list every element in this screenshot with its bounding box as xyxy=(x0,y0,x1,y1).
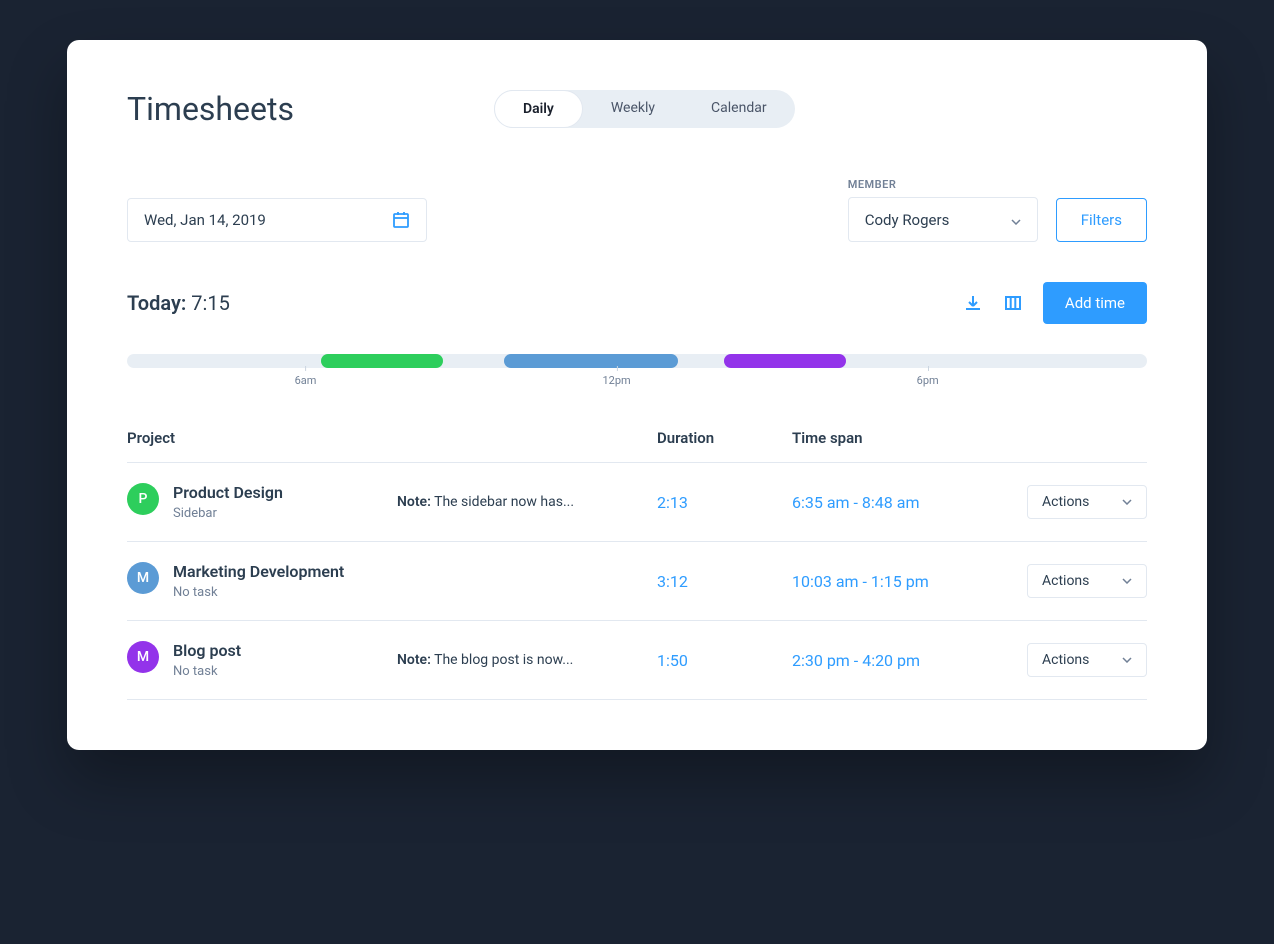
project-cell: M Marketing Development No task xyxy=(127,562,397,600)
member-label: MEMBER xyxy=(848,178,1038,191)
controls-row: Wed, Jan 14, 2019 MEMBER Cody Rogers xyxy=(127,178,1147,242)
timeline-segment-1 xyxy=(321,354,443,368)
col-header-note xyxy=(397,429,657,447)
date-value: Wed, Jan 14, 2019 xyxy=(144,211,266,229)
view-tabs: Daily Weekly Calendar xyxy=(494,90,795,128)
member-select[interactable]: Cody Rogers xyxy=(848,197,1038,242)
project-info: Marketing Development No task xyxy=(173,562,344,600)
today-label: Today: xyxy=(127,291,186,315)
chevron-down-icon xyxy=(1011,210,1021,229)
duration-cell: 3:12 xyxy=(657,572,792,591)
note-prefix: Note: xyxy=(397,652,431,668)
project-name: Blog post xyxy=(173,641,241,660)
calendar-icon xyxy=(392,211,410,229)
actions-label: Actions xyxy=(1042,494,1089,510)
chevron-down-icon xyxy=(1122,657,1132,663)
note-prefix: Note: xyxy=(397,494,431,510)
col-header-project: Project xyxy=(127,429,397,447)
note-text: The blog post is now... xyxy=(431,652,573,668)
project-info: Product Design Sidebar xyxy=(173,483,283,521)
header-row: Timesheets Daily Weekly Calendar xyxy=(127,90,1147,128)
project-cell: M Blog post No task xyxy=(127,641,397,679)
tab-weekly[interactable]: Weekly xyxy=(583,90,683,128)
timeline-tick: 6am xyxy=(295,374,317,387)
col-header-timespan: Time span xyxy=(792,429,1022,447)
today-row: Today: 7:15 Add time xyxy=(127,282,1147,324)
timeline: 6am 12pm 6pm xyxy=(127,354,1147,394)
table-row: P Product Design Sidebar Note: The sideb… xyxy=(127,463,1147,542)
project-info: Blog post No task xyxy=(173,641,241,679)
col-header-actions xyxy=(1022,429,1147,447)
actions-cell: Actions xyxy=(1022,485,1147,519)
add-time-button[interactable]: Add time xyxy=(1043,282,1147,324)
actions-select[interactable]: Actions xyxy=(1027,564,1147,598)
timesheets-card: Timesheets Daily Weekly Calendar Wed, Ja… xyxy=(67,40,1207,750)
project-avatar: P xyxy=(127,483,159,515)
tab-daily[interactable]: Daily xyxy=(494,90,583,128)
tab-calendar[interactable]: Calendar xyxy=(683,90,795,128)
chevron-down-icon xyxy=(1122,499,1132,505)
project-sub: Sidebar xyxy=(173,506,283,521)
page-title: Timesheets xyxy=(127,90,294,128)
timeline-ticks: 6am 12pm 6pm xyxy=(127,374,1147,394)
table-header: Project Duration Time span xyxy=(127,419,1147,463)
timeline-segment-3 xyxy=(724,354,846,368)
project-name: Marketing Development xyxy=(173,562,344,581)
project-sub: No task xyxy=(173,585,344,600)
entries-table: Project Duration Time span P Product Des… xyxy=(127,419,1147,700)
project-sub: No task xyxy=(173,664,241,679)
date-picker[interactable]: Wed, Jan 14, 2019 xyxy=(127,198,427,242)
timeline-segment-2 xyxy=(504,354,677,368)
project-avatar: M xyxy=(127,562,159,594)
chevron-down-icon xyxy=(1122,578,1132,584)
columns-icon[interactable] xyxy=(1003,293,1023,313)
table-row: M Blog post No task Note: The blog post … xyxy=(127,621,1147,700)
duration-cell: 1:50 xyxy=(657,651,792,670)
actions-cell: Actions xyxy=(1022,643,1147,677)
timeline-bar xyxy=(127,354,1147,368)
actions-select[interactable]: Actions xyxy=(1027,485,1147,519)
col-header-duration: Duration xyxy=(657,429,792,447)
timespan-cell: 10:03 am - 1:15 pm xyxy=(792,572,1022,591)
project-cell: P Product Design Sidebar xyxy=(127,483,397,521)
note-cell: Note: The sidebar now has... xyxy=(397,494,657,510)
today-text: Today: 7:15 xyxy=(127,291,230,315)
actions-label: Actions xyxy=(1042,652,1089,668)
timeline-tick: 12pm xyxy=(603,374,631,387)
filters-button[interactable]: Filters xyxy=(1056,198,1147,242)
note-text: The sidebar now has... xyxy=(431,494,574,510)
project-avatar: M xyxy=(127,641,159,673)
timespan-cell: 6:35 am - 8:48 am xyxy=(792,493,1022,512)
note-cell: Note: The blog post is now... xyxy=(397,652,657,668)
actions-select[interactable]: Actions xyxy=(1027,643,1147,677)
today-value: 7:15 xyxy=(191,291,230,315)
project-name: Product Design xyxy=(173,483,283,502)
actions-label: Actions xyxy=(1042,573,1089,589)
right-controls: MEMBER Cody Rogers Filters xyxy=(848,178,1147,242)
member-value: Cody Rogers xyxy=(865,211,950,229)
download-icon[interactable] xyxy=(963,293,983,313)
duration-cell: 2:13 xyxy=(657,493,792,512)
actions-cell: Actions xyxy=(1022,564,1147,598)
today-actions: Add time xyxy=(963,282,1147,324)
timeline-tick: 6pm xyxy=(917,374,939,387)
table-row: M Marketing Development No task 3:12 10:… xyxy=(127,542,1147,621)
timespan-cell: 2:30 pm - 4:20 pm xyxy=(792,651,1022,670)
member-group: MEMBER Cody Rogers xyxy=(848,178,1038,242)
